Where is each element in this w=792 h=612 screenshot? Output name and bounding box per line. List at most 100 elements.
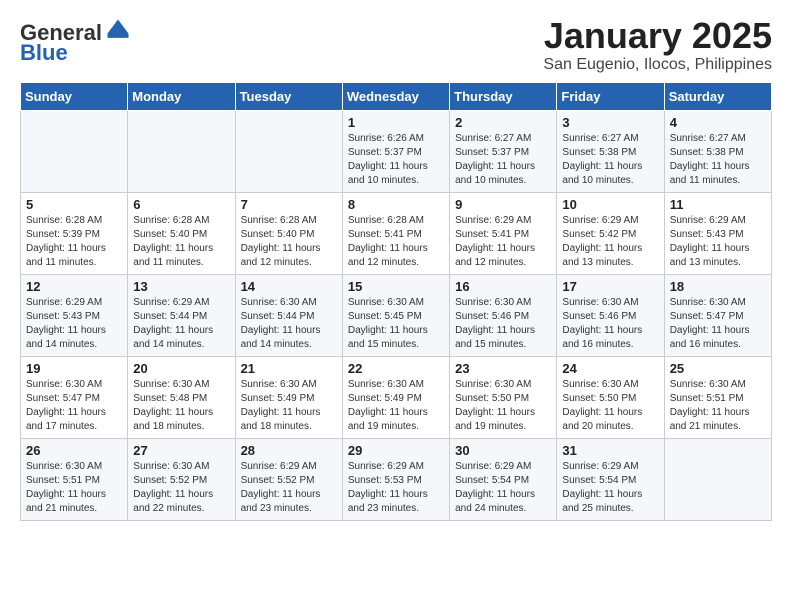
day-info: Sunrise: 6:30 AMSunset: 5:49 PMDaylight:…	[348, 378, 444, 434]
location-title: San Eugenio, Ilocos, Philippines	[543, 56, 772, 74]
table-row: 29 Sunrise: 6:29 AMSunset: 5:53 PMDayligh…	[342, 438, 449, 520]
week-row-0: 1Sunrise: 6:26 AMSunset: 5:37 PMDaylight…	[21, 110, 772, 192]
table-row: 7Sunrise: 6:28 AMSunset: 5:40 PMDaylight…	[235, 192, 342, 274]
table-row: 10 Sunrise: 6:29 AMSunset: 5:42 PMDayligh…	[557, 192, 664, 274]
table-row: 4 Sunrise: 6:27 AMSunset: 5:38 PMDaylight…	[664, 110, 771, 192]
table-row: 18 Sunrise: 6:30 AMSunset: 5:47 PMDayligh…	[664, 274, 771, 356]
day-number: 1	[348, 115, 444, 130]
calendar-table: Sunday Monday Tuesday Wednesday Thursday…	[20, 82, 772, 521]
day-number: 28	[241, 443, 337, 458]
header-wednesday: Wednesday	[342, 82, 449, 110]
day-info: Sunrise: 6:30 AMSunset: 5:45 PMDaylight:…	[348, 296, 444, 352]
week-row-3: 19 Sunrise: 6:30 AMSunset: 5:47 PMDayligh…	[21, 356, 772, 438]
day-number: 8	[348, 197, 444, 212]
day-info: Sunrise: 6:30 AMSunset: 5:44 PMDaylight:…	[241, 296, 337, 352]
day-info: Sunrise: 6:29 AMSunset: 5:42 PMDaylight:…	[562, 214, 658, 270]
day-info: Sunrise: 6:30 AMSunset: 5:46 PMDaylight:…	[455, 296, 551, 352]
table-row: 27 Sunrise: 6:30 AMSunset: 5:52 PMDayligh…	[128, 438, 235, 520]
table-row	[21, 110, 128, 192]
day-info: Sunrise: 6:29 AMSunset: 5:54 PMDaylight:…	[562, 460, 658, 516]
day-info: Sunrise: 6:30 AMSunset: 5:50 PMDaylight:…	[455, 378, 551, 434]
table-row: 31 Sunrise: 6:29 AMSunset: 5:54 PMDayligh…	[557, 438, 664, 520]
table-row: 21 Sunrise: 6:30 AMSunset: 5:49 PMDayligh…	[235, 356, 342, 438]
day-number: 15	[348, 279, 444, 294]
day-info: Sunrise: 6:28 AMSunset: 5:40 PMDaylight:…	[133, 214, 229, 270]
day-info: Sunrise: 6:30 AMSunset: 5:51 PMDaylight:…	[26, 460, 122, 516]
day-number: 19	[26, 361, 122, 376]
table-row: 8 Sunrise: 6:28 AMSunset: 5:41 PMDaylight…	[342, 192, 449, 274]
day-info: Sunrise: 6:29 AMSunset: 5:54 PMDaylight:…	[455, 460, 551, 516]
header-sunday: Sunday	[21, 82, 128, 110]
day-info: Sunrise: 6:29 AMSunset: 5:44 PMDaylight:…	[133, 296, 229, 352]
day-number: 24	[562, 361, 658, 376]
day-number: 6	[133, 197, 229, 212]
logo: General Blue	[20, 16, 132, 64]
week-row-1: 5Sunrise: 6:28 AMSunset: 5:39 PMDaylight…	[21, 192, 772, 274]
day-number: 13	[133, 279, 229, 294]
day-number: 25	[670, 361, 766, 376]
day-info: Sunrise: 6:28 AMSunset: 5:41 PMDaylight:…	[348, 214, 444, 270]
day-info: Sunrise: 6:30 AMSunset: 5:48 PMDaylight:…	[133, 378, 229, 434]
table-row: 28Sunrise: 6:29 AMSunset: 5:52 PMDayligh…	[235, 438, 342, 520]
table-row: 9Sunrise: 6:29 AMSunset: 5:41 PMDaylight…	[450, 192, 557, 274]
day-number: 2	[455, 115, 551, 130]
day-info: Sunrise: 6:30 AMSunset: 5:52 PMDaylight:…	[133, 460, 229, 516]
month-title: January 2025	[543, 16, 772, 56]
day-number: 21	[241, 361, 337, 376]
table-row: 5Sunrise: 6:28 AMSunset: 5:39 PMDaylight…	[21, 192, 128, 274]
table-row: 25 Sunrise: 6:30 AMSunset: 5:51 PMDayligh…	[664, 356, 771, 438]
day-info: Sunrise: 6:27 AMSunset: 5:38 PMDaylight:…	[670, 132, 766, 188]
day-number: 29	[348, 443, 444, 458]
table-row: 15 Sunrise: 6:30 AMSunset: 5:45 PMDayligh…	[342, 274, 449, 356]
day-info: Sunrise: 6:27 AMSunset: 5:37 PMDaylight:…	[455, 132, 551, 188]
header-monday: Monday	[128, 82, 235, 110]
day-number: 9	[455, 197, 551, 212]
day-number: 11	[670, 197, 766, 212]
day-number: 4	[670, 115, 766, 130]
day-info: Sunrise: 6:30 AMSunset: 5:47 PMDaylight:…	[26, 378, 122, 434]
table-row	[128, 110, 235, 192]
day-number: 26	[26, 443, 122, 458]
table-row: 12Sunrise: 6:29 AMSunset: 5:43 PMDayligh…	[21, 274, 128, 356]
day-number: 22	[348, 361, 444, 376]
header-tuesday: Tuesday	[235, 82, 342, 110]
day-number: 30	[455, 443, 551, 458]
table-row: 16 Sunrise: 6:30 AMSunset: 5:46 PMDayligh…	[450, 274, 557, 356]
day-info: Sunrise: 6:30 AMSunset: 5:47 PMDaylight:…	[670, 296, 766, 352]
day-number: 20	[133, 361, 229, 376]
day-number: 17	[562, 279, 658, 294]
logo-blue-text: Blue	[20, 42, 68, 64]
table-row: 17Sunrise: 6:30 AMSunset: 5:46 PMDayligh…	[557, 274, 664, 356]
table-row	[235, 110, 342, 192]
day-number: 18	[670, 279, 766, 294]
day-number: 16	[455, 279, 551, 294]
table-row: 6 Sunrise: 6:28 AMSunset: 5:40 PMDaylight…	[128, 192, 235, 274]
logo-icon	[104, 16, 132, 44]
day-number: 7	[241, 197, 337, 212]
day-number: 31	[562, 443, 658, 458]
weekday-header-row: Sunday Monday Tuesday Wednesday Thursday…	[21, 82, 772, 110]
table-row: 23 Sunrise: 6:30 AMSunset: 5:50 PMDayligh…	[450, 356, 557, 438]
header-friday: Friday	[557, 82, 664, 110]
day-number: 27	[133, 443, 229, 458]
table-row: 22 Sunrise: 6:30 AMSunset: 5:49 PMDayligh…	[342, 356, 449, 438]
day-info: Sunrise: 6:30 AMSunset: 5:49 PMDaylight:…	[241, 378, 337, 434]
table-row: 26 Sunrise: 6:30 AMSunset: 5:51 PMDayligh…	[21, 438, 128, 520]
day-number: 3	[562, 115, 658, 130]
week-row-2: 12Sunrise: 6:29 AMSunset: 5:43 PMDayligh…	[21, 274, 772, 356]
table-row: 1Sunrise: 6:26 AMSunset: 5:37 PMDaylight…	[342, 110, 449, 192]
day-number: 14	[241, 279, 337, 294]
table-row: 24 Sunrise: 6:30 AMSunset: 5:50 PMDayligh…	[557, 356, 664, 438]
day-number: 23	[455, 361, 551, 376]
table-row: 2 Sunrise: 6:27 AMSunset: 5:37 PMDaylight…	[450, 110, 557, 192]
day-info: Sunrise: 6:28 AMSunset: 5:39 PMDaylight:…	[26, 214, 122, 270]
day-info: Sunrise: 6:30 AMSunset: 5:50 PMDaylight:…	[562, 378, 658, 434]
table-row	[664, 438, 771, 520]
table-row: 20 Sunrise: 6:30 AMSunset: 5:48 PMDayligh…	[128, 356, 235, 438]
table-row: 14 Sunrise: 6:30 AMSunset: 5:44 PMDayligh…	[235, 274, 342, 356]
day-info: Sunrise: 6:29 AMSunset: 5:43 PMDaylight:…	[670, 214, 766, 270]
day-info: Sunrise: 6:30 AMSunset: 5:51 PMDaylight:…	[670, 378, 766, 434]
day-info: Sunrise: 6:29 AMSunset: 5:53 PMDaylight:…	[348, 460, 444, 516]
day-number: 10	[562, 197, 658, 212]
page: General Blue January 2025 San Eugenio, I…	[0, 0, 792, 612]
